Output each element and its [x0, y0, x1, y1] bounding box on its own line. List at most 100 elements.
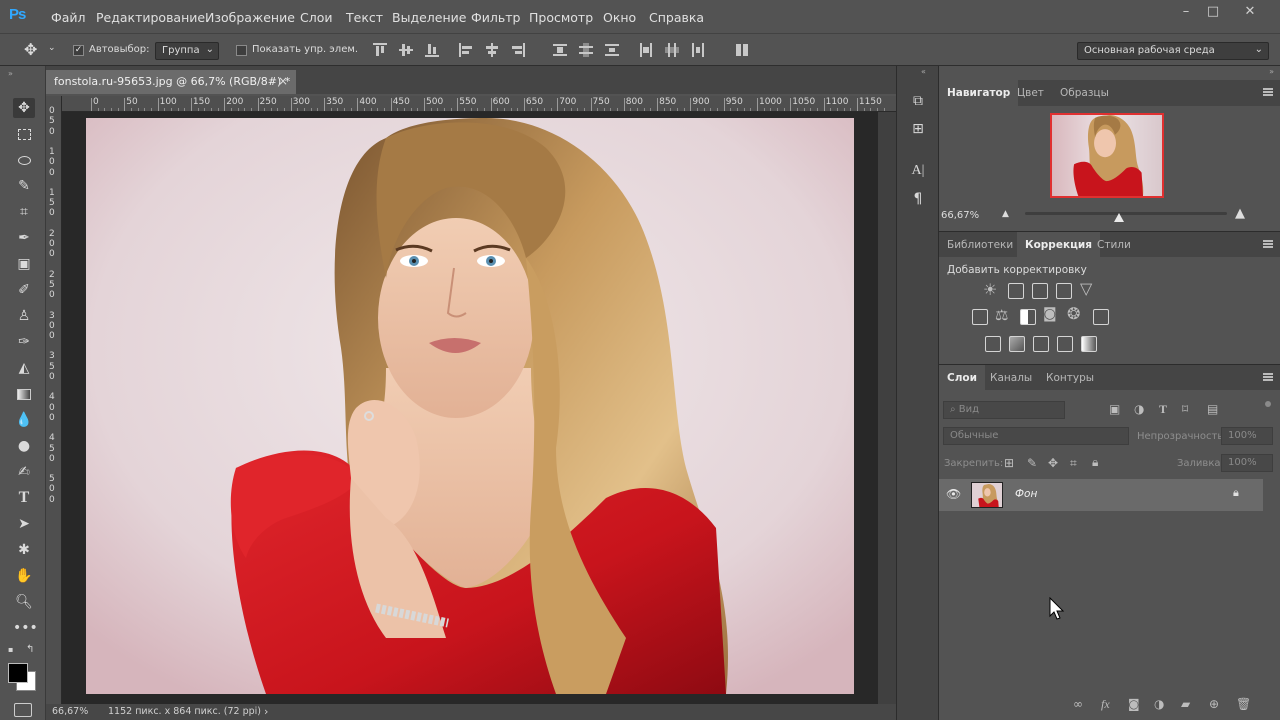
distribute-left-icon[interactable] — [639, 43, 653, 57]
maximize-icon[interactable]: □ — [1201, 4, 1225, 20]
brightness-contrast-icon[interactable]: ☀ — [983, 280, 997, 299]
lock-image-icon[interactable]: ✎ — [1027, 456, 1037, 470]
status-zoom[interactable]: 66,67% — [52, 706, 88, 717]
link-layers-icon[interactable]: ∞ — [1073, 697, 1083, 711]
selective-color-icon[interactable] — [1057, 336, 1073, 352]
visibility-eye-icon[interactable]: 👁︎ — [946, 487, 961, 501]
distribute-hcenter-icon[interactable] — [665, 43, 679, 57]
hue-saturation-icon[interactable] — [972, 309, 988, 325]
healing-brush-tool-icon[interactable]: ▣ — [13, 254, 35, 274]
filter-toggle-icon[interactable] — [1265, 401, 1271, 407]
lock-artboard-icon[interactable]: ⌗ — [1070, 456, 1077, 471]
lasso-tool-icon[interactable] — [13, 150, 35, 170]
zoom-out-icon[interactable]: ▲ — [1002, 209, 1009, 219]
blend-mode-dropdown[interactable]: Обычные — [943, 427, 1129, 445]
add-mask-icon[interactable]: ◙ — [1128, 697, 1140, 711]
menu-file[interactable]: Файл — [51, 10, 86, 25]
zoom-tool-icon[interactable]: 🔍︎ — [13, 592, 35, 612]
opacity-field[interactable]: 100% — [1221, 427, 1273, 445]
default-colors-icon[interactable]: ▪ — [8, 645, 13, 654]
distribute-right-icon[interactable] — [691, 43, 705, 57]
align-right-icon[interactable] — [511, 43, 525, 57]
delete-layer-icon[interactable]: 🗑︎ — [1236, 697, 1251, 711]
expand-icon[interactable]: « — [921, 67, 926, 76]
fill-field[interactable]: 100% — [1221, 454, 1273, 472]
zoom-in-icon[interactable]: ▲ — [1235, 206, 1245, 221]
move-tool-icon[interactable]: ✥ — [13, 98, 35, 118]
tab-layers[interactable]: Слои — [939, 365, 985, 391]
posterize-icon[interactable] — [1009, 336, 1025, 352]
history-panel-icon[interactable]: ⧉ — [905, 90, 931, 112]
align-bottom-icon[interactable] — [425, 43, 439, 57]
status-menu-arrow[interactable]: › — [264, 705, 268, 718]
tab-navigator[interactable]: Навигатор — [939, 80, 1019, 106]
filter-adjustment-icon[interactable]: ◑ — [1134, 402, 1144, 416]
layer-lock-icon[interactable]: 🔒︎ — [1233, 486, 1239, 500]
autoselect-checkbox[interactable]: ✓ — [73, 45, 84, 56]
zoom-slider-thumb[interactable] — [1114, 213, 1124, 222]
minimize-icon[interactable]: – — [1174, 4, 1198, 20]
tab-swatches[interactable]: Образцы — [1052, 80, 1117, 106]
paragraph-panel-icon[interactable]: ¶ — [905, 188, 931, 210]
new-group-icon[interactable]: ▰ — [1181, 697, 1190, 711]
chevron-down-icon[interactable]: ⌄ — [48, 43, 56, 53]
filter-shape-icon[interactable]: ⌑ — [1182, 402, 1188, 416]
horizontal-ruler[interactable]: 0 50 100 150 200 250 300 350 400 450 500 550 600 650 7… — [62, 96, 896, 112]
document-tab[interactable]: fonstola.ru-95653.jpg @ 66,7% (RGB/8#) *… — [46, 70, 296, 94]
menu-help[interactable]: Справка — [649, 10, 704, 25]
history-brush-tool-icon[interactable]: ✑ — [13, 332, 35, 352]
menu-view[interactable]: Просмотр — [529, 10, 593, 25]
menu-text[interactable]: Текст — [346, 10, 383, 25]
levels-icon[interactable] — [1008, 283, 1024, 299]
panel-menu-icon[interactable] — [1263, 373, 1273, 381]
crop-tool-icon[interactable]: ⌗ — [13, 202, 35, 222]
threshold-icon[interactable] — [1033, 336, 1049, 352]
lock-all-icon[interactable]: 🔒︎ — [1092, 455, 1098, 470]
autoselect-dropdown[interactable]: Группа ⌄ — [155, 42, 219, 60]
fx-icon[interactable]: fx — [1101, 697, 1110, 712]
layer-name[interactable]: Фон — [1015, 488, 1037, 500]
distribute-vcenter-icon[interactable] — [579, 43, 593, 57]
vibrance-icon[interactable]: ▽ — [1080, 279, 1092, 298]
filter-smart-object-icon[interactable]: ▤ — [1207, 402, 1218, 416]
eyedropper-tool-icon[interactable]: ✒ — [13, 228, 35, 248]
menu-select[interactable]: Выделение — [392, 10, 466, 25]
tab-paths[interactable]: Контуры — [1038, 365, 1102, 391]
marquee-tool-icon[interactable] — [13, 124, 35, 144]
black-white-icon[interactable] — [1020, 309, 1036, 325]
distribute-top-icon[interactable] — [553, 43, 567, 57]
show-transform-checkbox[interactable] — [236, 45, 247, 56]
collapse-icon[interactable]: » — [8, 69, 13, 78]
color-lookup-icon[interactable] — [1093, 309, 1109, 325]
distribute-bottom-icon[interactable] — [605, 43, 619, 57]
gradient-tool-icon[interactable] — [13, 384, 35, 404]
clone-stamp-tool-icon[interactable]: ♙ — [13, 306, 35, 326]
menu-filter[interactable]: Фильтр — [471, 10, 520, 25]
vertical-scrollbar[interactable] — [878, 112, 896, 704]
properties-panel-icon[interactable]: ⊞ — [905, 118, 931, 140]
panel-menu-icon[interactable] — [1263, 240, 1273, 248]
align-vcenter-icon[interactable] — [399, 43, 413, 57]
align-top-icon[interactable] — [373, 43, 387, 57]
tab-channels[interactable]: Каналы — [982, 365, 1040, 391]
hand-tool-icon[interactable]: ✋ — [13, 566, 35, 586]
navigator-thumbnail[interactable] — [1050, 113, 1164, 198]
more-tools-icon[interactable]: ••• — [13, 618, 38, 638]
align-hcenter-icon[interactable] — [485, 43, 499, 57]
channel-mixer-icon[interactable]: ❂ — [1067, 304, 1080, 323]
move-tool-icon[interactable]: ✥ — [24, 40, 37, 59]
brush-tool-icon[interactable]: ✐ — [13, 280, 35, 300]
document-image[interactable] — [86, 118, 854, 694]
filter-type-icon[interactable]: T — [1159, 402, 1167, 417]
menu-image[interactable]: Изображение — [205, 10, 295, 25]
tab-color[interactable]: Цвет — [1009, 80, 1052, 106]
menu-layers[interactable]: Слои — [300, 10, 333, 25]
new-layer-icon[interactable]: ⊕ — [1209, 697, 1219, 711]
tab-libraries[interactable]: Библиотеки — [939, 232, 1021, 258]
custom-shape-tool-icon[interactable]: ✱ — [13, 540, 35, 560]
tab-styles[interactable]: Стили — [1089, 232, 1139, 258]
layer-filter-dropdown[interactable]: ⌕ Вид — [943, 401, 1065, 419]
workspace-dropdown[interactable]: Основная рабочая среда ⌄ — [1077, 42, 1269, 60]
tab-adjustments[interactable]: Коррекция — [1017, 232, 1100, 258]
color-balance-icon[interactable]: ⚖ — [995, 306, 1008, 324]
